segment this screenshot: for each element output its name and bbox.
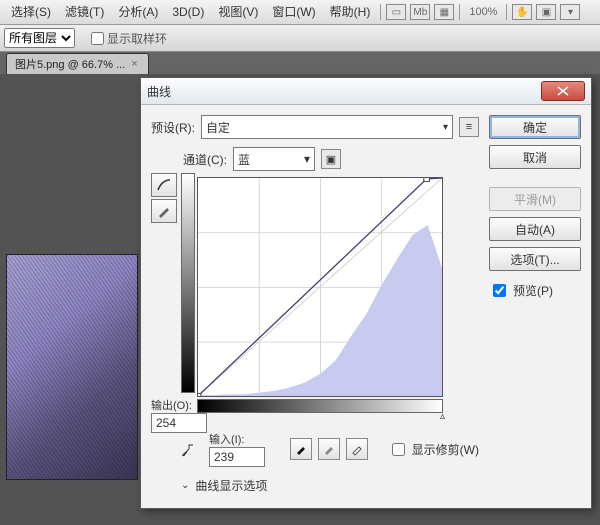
preview-toggle[interactable]: 预览(P) <box>489 281 581 300</box>
main-menu-bar: 选择(S) 滤镜(T) 分析(A) 3D(D) 视图(V) 窗口(W) 帮助(H… <box>0 0 600 25</box>
show-clipping-checkbox[interactable] <box>392 443 405 456</box>
document-image[interactable] <box>6 254 138 480</box>
eyedropper-white-icon[interactable] <box>346 438 368 460</box>
display-options-toggle[interactable]: ⌄ 曲线显示选项 <box>181 477 479 494</box>
target-adjust-icon[interactable] <box>181 440 199 458</box>
auto-channel-icon[interactable]: ▣ <box>321 149 341 169</box>
curves-plot[interactable] <box>197 177 443 397</box>
channel-value: 蓝 <box>238 151 250 168</box>
show-clipping[interactable]: 显示修剪(W) <box>388 440 479 459</box>
cancel-button[interactable]: 取消 <box>489 145 581 169</box>
chevron-down-icon: ▾ <box>304 152 310 166</box>
menu-help[interactable]: 帮助(H) <box>323 0 378 24</box>
ok-button[interactable]: 确定 <box>489 115 581 139</box>
preset-menu-icon[interactable]: ≡ <box>459 117 479 137</box>
show-clipping-label: 显示修剪(W) <box>412 441 479 458</box>
curve-tool-button[interactable] <box>151 173 177 197</box>
preset-value: 自定 <box>206 119 230 136</box>
close-icon[interactable]: × <box>131 58 137 70</box>
screen-mode-icon[interactable]: ▣ <box>536 4 556 20</box>
output-label: 输出(O): <box>151 397 192 413</box>
pencil-tool-button[interactable] <box>151 199 177 223</box>
document-tab-title: 图片5.png @ 66.7% ... <box>15 56 125 72</box>
arrange-icon[interactable]: ▾ <box>560 4 580 20</box>
preset-select[interactable]: 自定 ▾ <box>201 115 453 139</box>
menu-3d[interactable]: 3D(D) <box>165 0 211 24</box>
channel-label: 通道(C): <box>183 151 227 168</box>
dialog-title: 曲线 <box>147 83 541 100</box>
show-sample-ring-checkbox[interactable] <box>91 32 104 45</box>
curves-dialog: 曲线 预设(R): 自定 ▾ ≡ 通道(C) <box>140 77 592 509</box>
film-icon[interactable]: ▦ <box>434 4 454 20</box>
options-button[interactable]: 选项(T)... <box>489 247 581 271</box>
document-tab[interactable]: 图片5.png @ 66.7% ... × <box>6 53 149 74</box>
menu-analysis[interactable]: 分析(A) <box>111 0 165 24</box>
display-options-label: 曲线显示选项 <box>195 477 267 494</box>
chevron-down-icon: ⌄ <box>181 480 189 491</box>
separator <box>506 4 507 20</box>
eyedropper-gray-icon[interactable] <box>318 438 340 460</box>
layer-select[interactable]: 所有图层 <box>4 28 75 48</box>
smooth-button: 平滑(M) <box>489 187 581 211</box>
hand-tool-icon[interactable]: ✋ <box>512 4 532 20</box>
input-gradient: ▴ ▵ <box>197 399 443 413</box>
doc-icon[interactable]: ▭ <box>386 4 406 20</box>
chevron-down-icon: ▾ <box>443 122 448 133</box>
menu-filter[interactable]: 滤镜(T) <box>58 0 111 24</box>
close-button[interactable] <box>541 81 585 101</box>
canvas-area: 曲线 预设(R): 自定 ▾ ≡ 通道(C) <box>0 74 600 525</box>
preset-label: 预设(R): <box>151 119 195 136</box>
input-value[interactable]: 239 <box>209 447 265 467</box>
menu-view[interactable]: 视图(V) <box>211 0 265 24</box>
options-bar: 所有图层 显示取样环 <box>0 25 600 52</box>
output-gradient <box>181 173 195 393</box>
mb-icon[interactable]: Mb <box>410 4 430 20</box>
show-sample-ring-label: 显示取样环 <box>107 30 167 47</box>
show-sample-ring[interactable]: 显示取样环 <box>87 29 167 48</box>
document-tab-bar: 图片5.png @ 66.7% ... × <box>0 52 600 74</box>
zoom-level[interactable]: 100% <box>463 6 503 18</box>
separator <box>459 4 460 20</box>
menu-window[interactable]: 窗口(W) <box>265 0 322 24</box>
auto-button[interactable]: 自动(A) <box>489 217 581 241</box>
preview-label: 预览(P) <box>513 282 553 299</box>
output-value[interactable]: 254 <box>151 413 207 433</box>
menu-select[interactable]: 选择(S) <box>4 0 58 24</box>
input-label: 输入(I): <box>209 431 244 447</box>
eyedropper-black-icon[interactable] <box>290 438 312 460</box>
dialog-title-bar[interactable]: 曲线 <box>141 78 591 105</box>
separator <box>380 4 381 20</box>
channel-select[interactable]: 蓝 ▾ <box>233 147 315 171</box>
preview-checkbox[interactable] <box>493 284 506 297</box>
white-slider[interactable]: ▵ <box>440 411 445 422</box>
